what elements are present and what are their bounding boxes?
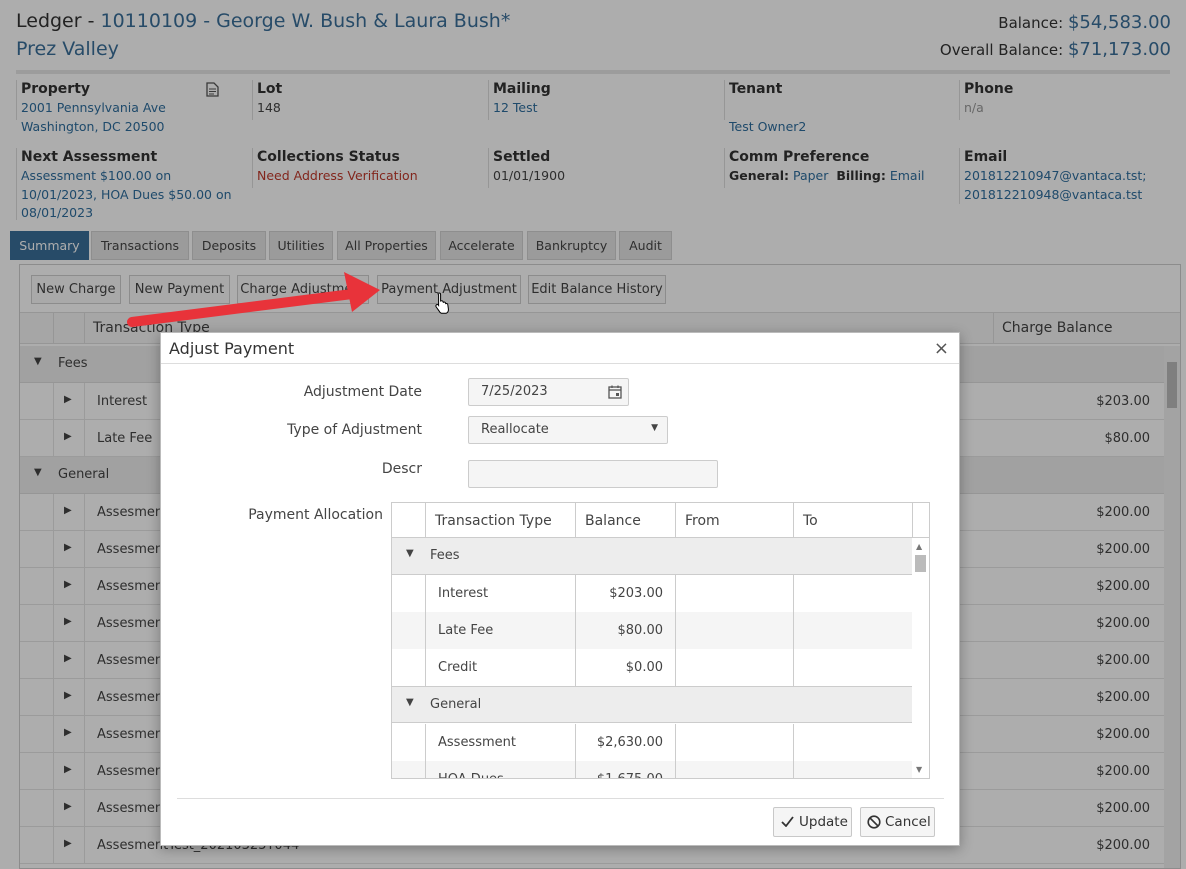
alloc-balance: $203.00 <box>575 575 675 612</box>
descr-input[interactable] <box>468 460 718 488</box>
alloc-balance: $2,630.00 <box>575 724 675 761</box>
check-icon <box>781 816 794 827</box>
collapse-icon[interactable]: ▼ <box>406 697 414 708</box>
cancel-label: Cancel <box>885 814 931 830</box>
alloc-from-cell[interactable] <box>675 649 793 686</box>
calendar-icon[interactable] <box>608 385 622 399</box>
alloc-group-general[interactable]: ▼ General <box>392 686 912 723</box>
alloc-col-from[interactable]: From <box>675 503 793 538</box>
dialog-title-text: Adjust Payment <box>169 339 295 358</box>
chevron-down-icon: ▼ <box>651 423 658 433</box>
alloc-from-cell[interactable] <box>675 724 793 761</box>
group-label: Fees <box>430 548 460 563</box>
alloc-group-fees[interactable]: ▼ Fees <box>392 538 912 575</box>
update-button[interactable]: Update <box>773 807 852 837</box>
adjustment-date-value: 7/25/2023 <box>481 384 548 399</box>
alloc-to-cell[interactable] <box>793 724 912 761</box>
footer-divider <box>177 798 944 799</box>
scroll-up-icon[interactable]: ▲ <box>916 542 922 551</box>
type-of-adjustment-select[interactable]: Reallocate ▼ <box>468 416 668 444</box>
alloc-col-balance[interactable]: Balance <box>575 503 675 538</box>
cancel-button[interactable]: Cancel <box>860 807 935 837</box>
scroll-down-icon[interactable]: ▼ <box>916 765 922 774</box>
alloc-col-to[interactable]: To <box>793 503 912 538</box>
adjust-payment-dialog: Adjust Payment × Adjustment Date 7/25/20… <box>160 332 960 846</box>
alloc-balance: $80.00 <box>575 612 675 649</box>
cancel-icon <box>867 815 881 829</box>
hand-cursor-icon <box>435 292 449 314</box>
adjustment-date-label: Adjustment Date <box>303 384 422 400</box>
type-of-adjustment-value: Reallocate <box>481 422 549 437</box>
alloc-from-cell[interactable] <box>675 575 793 612</box>
alloc-row: HOA Dues $1,675.00 <box>392 761 912 778</box>
type-of-adjustment-label: Type of Adjustment <box>287 422 422 438</box>
alloc-row: Credit $0.00 <box>392 649 912 686</box>
alloc-balance: $1,675.00 <box>575 761 675 778</box>
collapse-icon[interactable]: ▼ <box>406 548 414 559</box>
allocation-scrollbar[interactable]: ▲ ▼ <box>912 538 929 778</box>
alloc-type: Late Fee <box>425 612 575 649</box>
alloc-row: Interest $203.00 <box>392 575 912 612</box>
alloc-from-cell[interactable] <box>675 761 793 778</box>
header-spacer <box>912 503 929 538</box>
scrollbar-thumb[interactable] <box>915 555 926 572</box>
alloc-to-cell[interactable] <box>793 575 912 612</box>
alloc-to-cell[interactable] <box>793 761 912 778</box>
alloc-type: Assessment <box>425 724 575 761</box>
dialog-title: Adjust Payment <box>161 333 959 364</box>
descr-label: Descr <box>381 461 422 477</box>
alloc-col-transaction-type[interactable]: Transaction Type <box>425 503 575 538</box>
close-icon[interactable]: × <box>934 338 949 359</box>
allocation-header: Transaction Type Balance From To <box>392 503 929 538</box>
alloc-type: Credit <box>425 649 575 686</box>
alloc-to-cell[interactable] <box>793 649 912 686</box>
alloc-type: HOA Dues <box>425 761 575 778</box>
adjustment-date-input[interactable]: 7/25/2023 <box>468 378 629 406</box>
update-label: Update <box>799 814 848 830</box>
alloc-to-cell[interactable] <box>793 612 912 649</box>
alloc-balance: $0.00 <box>575 649 675 686</box>
alloc-from-cell[interactable] <box>675 612 793 649</box>
alloc-type: Interest <box>425 575 575 612</box>
group-label: General <box>430 697 482 712</box>
payment-allocation-grid: Transaction Type Balance From To ▼ Fees I… <box>391 502 930 779</box>
alloc-row: Late Fee $80.00 <box>392 612 912 649</box>
alloc-row: Assessment $2,630.00 <box>392 724 912 761</box>
payment-allocation-label: Payment Allocation <box>248 507 383 523</box>
